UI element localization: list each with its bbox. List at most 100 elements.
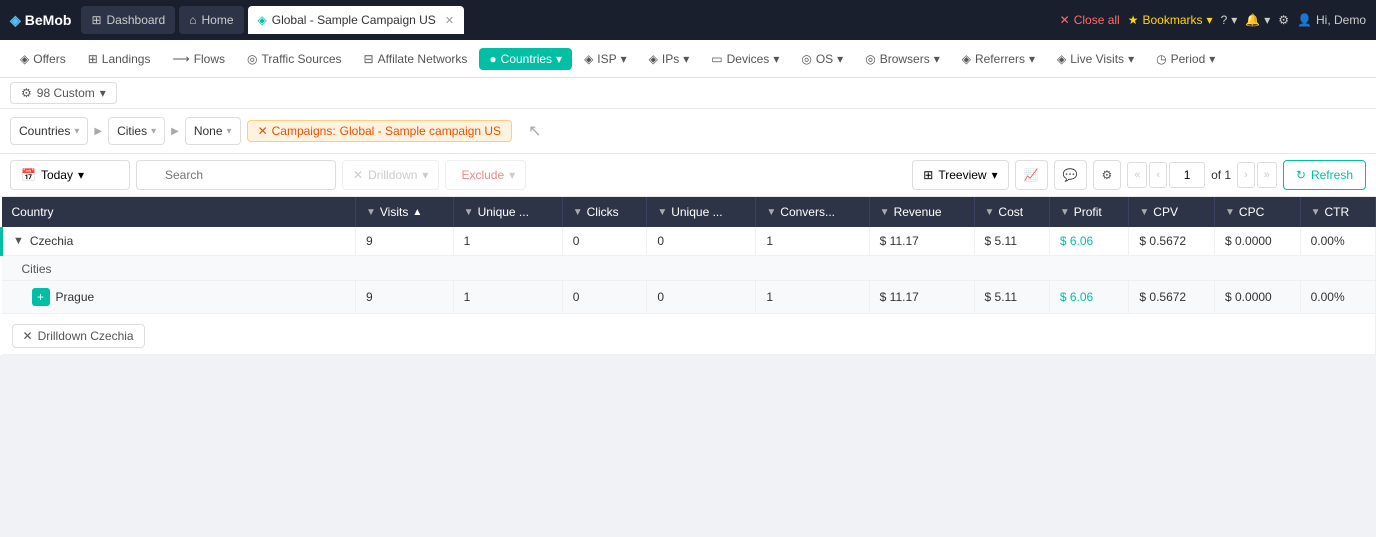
countries-chevron: ▾ <box>556 52 562 66</box>
col-visits[interactable]: ▼ Visits ▲ <box>355 197 453 227</box>
group3-select[interactable]: None ▾ <box>185 117 241 145</box>
last-page-button[interactable]: » <box>1257 162 1277 188</box>
devices-icon: ▭ <box>711 52 722 66</box>
user-icon: 👤 <box>1297 13 1312 27</box>
chart-button[interactable]: 📈 <box>1015 160 1048 190</box>
settings2-button[interactable]: ⚙ <box>1093 160 1122 190</box>
traffic-icon: ◎ <box>247 52 257 66</box>
exclude-chevron: ▾ <box>509 168 515 182</box>
nav-countries[interactable]: ● Countries ▾ <box>479 48 572 70</box>
nav-ips[interactable]: ◈ IPs ▾ <box>639 48 700 70</box>
notifications-button[interactable]: 🔔 ▾ <box>1245 13 1270 27</box>
add-city-button[interactable]: + <box>32 288 50 306</box>
home-label: Home <box>201 13 233 27</box>
custom-label: 98 Custom <box>37 86 95 100</box>
expand-button[interactable]: ▼ <box>13 235 24 247</box>
nav-referrers[interactable]: ◈ Referrers ▾ <box>952 48 1045 70</box>
search-input[interactable] <box>136 160 336 190</box>
nav-isp[interactable]: ◈ ISP ▾ <box>574 48 637 70</box>
live-label: Live Visits <box>1070 52 1124 66</box>
nav-live-visits[interactable]: ◈ Live Visits ▾ <box>1047 48 1144 70</box>
nav-offers[interactable]: ◈ Offers <box>10 48 76 70</box>
date-picker-button[interactable]: 📅 Today ▾ <box>10 160 130 190</box>
col-cost[interactable]: ▼ Cost <box>974 197 1049 227</box>
tab-icon: ◈ <box>258 13 267 27</box>
devices-chevron: ▾ <box>773 52 779 66</box>
date-chevron: ▾ <box>78 168 84 182</box>
home-button[interactable]: ⌂ Home <box>179 6 243 34</box>
custom-button[interactable]: ⚙ 98 Custom ▾ <box>10 82 117 104</box>
col-ctr[interactable]: ▼ CTR <box>1300 197 1375 227</box>
col-unique1[interactable]: ▼ Unique ... <box>453 197 562 227</box>
refresh-button[interactable]: ↻ Refresh <box>1283 160 1366 190</box>
flows-icon: ⟶ <box>172 52 189 66</box>
col-cpv[interactable]: ▼ CPV <box>1129 197 1215 227</box>
tab-title: Global - Sample Campaign US <box>272 13 436 27</box>
table-row: + Prague 9 1 0 0 1 $ 11.17 $ 5.11 $ 6.06… <box>2 281 1376 314</box>
profit-value: $ 6.06 <box>1049 227 1129 256</box>
campaign-tab[interactable]: ◈ Global - Sample Campaign US ✕ <box>248 6 465 34</box>
treeview-button[interactable]: ⊞ Treeview ▾ <box>912 160 1008 190</box>
drilldown-button[interactable]: ✕ Drilldown ▾ <box>342 160 439 190</box>
col-clicks[interactable]: ▼ Clicks <box>562 197 647 227</box>
bookmarks-button[interactable]: ★ Bookmarks ▾ <box>1128 13 1213 27</box>
browsers-icon: ◎ <box>865 52 875 66</box>
close-all-button[interactable]: ✕ Close all <box>1060 13 1120 27</box>
group1-chevron: ▾ <box>74 126 79 137</box>
settings-button[interactable]: ⚙ <box>1278 13 1289 27</box>
col-revenue[interactable]: ▼ Revenue <box>869 197 974 227</box>
col-profit[interactable]: ▼ Profit <box>1049 197 1129 227</box>
table-row: ▼ Czechia 9 1 0 0 1 $ 11.17 $ 5.11 $ 6.0… <box>2 227 1376 256</box>
live-icon: ◈ <box>1057 52 1066 66</box>
drilldown-czechia-button[interactable]: ✕ Drilldown Czechia <box>12 324 145 348</box>
pagination: « ‹ of 1 › » <box>1127 162 1277 188</box>
browsers-label: Browsers <box>880 52 930 66</box>
custom-icon: ⚙ <box>21 86 32 100</box>
first-page-button[interactable]: « <box>1127 162 1147 188</box>
nav-landings[interactable]: ⊞ Landings <box>78 48 161 70</box>
dashboard-button[interactable]: ⊞ Dashboard <box>81 6 175 34</box>
chat-button[interactable]: 💬 <box>1054 160 1087 190</box>
prev-page-button[interactable]: ‹ <box>1149 162 1167 188</box>
dashboard-icon: ⊞ <box>91 13 101 27</box>
nav-flows[interactable]: ⟶ Flows <box>162 48 235 70</box>
bookmarks-chevron: ▾ <box>1207 13 1213 27</box>
nav-traffic-sources[interactable]: ◎ Traffic Sources <box>237 48 352 70</box>
nav-affiliate-networks[interactable]: ⊟ Affilate Networks <box>354 48 478 70</box>
drilldown-row: ✕ Drilldown Czechia <box>2 314 1376 355</box>
exclude-button[interactable]: Exclude ▾ <box>445 160 526 190</box>
devices-label: Devices <box>727 52 770 66</box>
nav-os[interactable]: ◎ OS ▾ <box>791 48 853 70</box>
user-button[interactable]: 👤 Hi, Demo <box>1297 13 1366 27</box>
nav-devices[interactable]: ▭ Devices ▾ <box>701 48 789 70</box>
col-country[interactable]: Country <box>2 197 356 227</box>
nav-browsers[interactable]: ◎ Browsers ▾ <box>855 48 950 70</box>
help-button[interactable]: ? ▾ <box>1221 13 1238 27</box>
group2-select[interactable]: Cities ▾ <box>108 117 165 145</box>
col-cpc[interactable]: ▼ CPC <box>1215 197 1301 227</box>
col-profit-label: Profit <box>1074 205 1102 219</box>
refresh-label: Refresh <box>1311 168 1353 182</box>
cities-label: Cities <box>22 262 52 276</box>
star-icon: ★ <box>1128 13 1139 27</box>
cost-value: $ 5.11 <box>974 227 1049 256</box>
cpv-value: $ 0.5672 <box>1129 227 1215 256</box>
group1-select[interactable]: Countries ▾ <box>10 117 88 145</box>
nav-period[interactable]: ◷ Period ▾ <box>1146 48 1225 70</box>
ctr-value: 0.00% <box>1300 227 1375 256</box>
col-convers[interactable]: ▼ Convers... <box>756 197 869 227</box>
drilldown-chevron: ▾ <box>422 168 428 182</box>
city-convers: 1 <box>756 281 869 314</box>
col-unique2[interactable]: ▼ Unique ... <box>647 197 756 227</box>
group2-chevron: ▾ <box>151 126 156 137</box>
filter-icon-cpc: ▼ <box>1225 207 1235 218</box>
page-input[interactable] <box>1169 162 1205 188</box>
sort-icon-visits: ▲ <box>412 207 422 218</box>
revenue-value: $ 11.17 <box>869 227 974 256</box>
next-page-button[interactable]: › <box>1237 162 1255 188</box>
countries-label: Countries <box>501 52 552 66</box>
col-cpc-label: CPC <box>1239 205 1264 219</box>
drilldown-icon: ✕ <box>353 168 363 182</box>
close-tab-icon[interactable]: ✕ <box>445 14 454 27</box>
campaign-name: Global - Sample campaign US <box>340 124 501 138</box>
